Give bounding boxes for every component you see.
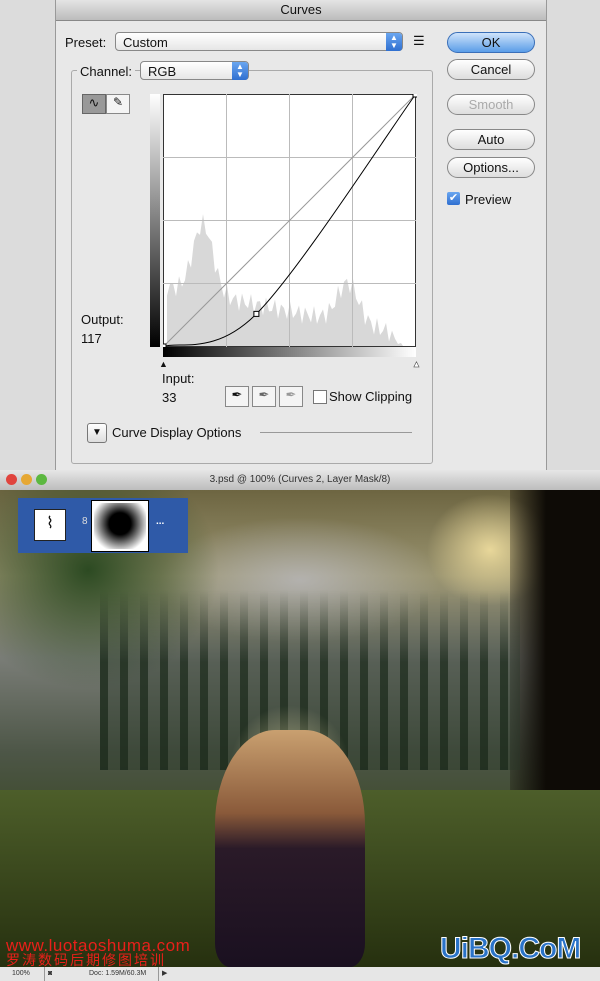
channel-label: Channel: [77, 64, 136, 79]
watermark-site: UiBQ.CoM [439, 932, 581, 966]
black-eyedropper-icon[interactable]: ✒ [225, 386, 249, 407]
preview-icon[interactable]: ◙ [44, 967, 52, 981]
curve-display-options-label: Curve Display Options [112, 425, 242, 440]
watermark-chinese: 罗涛数码后期修图培训 [6, 952, 166, 967]
gray-eyedropper-icon[interactable]: ✒ [252, 386, 276, 407]
chevron-updown-icon: ▲ ▼ [386, 33, 402, 51]
curves-group: Channel: RGB ▲ ▼ ∿ ✎ ▲ ▲ Output: 117 Input… [71, 61, 433, 464]
curves-dialog: Curves Preset: Custom ▲ ▼ ☰ Channel: RGB ▲ ▼… [55, 0, 547, 470]
zoom-button[interactable] [36, 474, 47, 485]
minimize-button[interactable] [21, 474, 32, 485]
document-title-bar: 3.psd @ 100% (Curves 2, Layer Mask/8) [0, 470, 600, 490]
show-clipping-label: Show Clipping [329, 389, 413, 404]
preset-select[interactable]: Custom ▲ ▼ [115, 32, 403, 51]
document-title: 3.psd @ 100% (Curves 2, Layer Mask/8) [209, 474, 391, 485]
zoom-level[interactable]: 100% [12, 967, 30, 981]
smooth-button[interactable]: Smooth [447, 94, 535, 115]
channel-select[interactable]: RGB ▲ ▼ [140, 61, 249, 80]
white-eyedropper-icon[interactable]: ✒ [279, 386, 303, 407]
curve-control-point[interactable] [412, 94, 417, 98]
preview-label: Preview [465, 192, 512, 207]
watermark-url: www.luotaoshuma.com [6, 936, 191, 955]
output-value: 117 [81, 331, 102, 346]
divider [260, 432, 412, 433]
white-point-slider[interactable]: ▲ [412, 359, 421, 370]
layer-mask-thumbnail[interactable] [91, 500, 149, 552]
status-bar: 100% ◙ Doc: 1.59M/60.3M ▶ [0, 967, 600, 981]
dialog-title: Curves [56, 0, 546, 21]
link-icon: 8 [82, 516, 88, 527]
canvas-image: ⌇ 8 ... www.luotaoshuma.com 罗涛数码后期修图培训 U… [0, 490, 600, 967]
preview-checkbox[interactable]: ✔ [447, 192, 460, 205]
layer-thumbnails[interactable]: ⌇ 8 ... [18, 498, 188, 553]
preset-options-icon[interactable]: ☰ [413, 33, 425, 49]
pencil-tool-icon[interactable]: ✎ [106, 94, 130, 114]
black-point-slider[interactable]: ▲ [159, 359, 168, 369]
curves-adjustment-icon: ⌇ [34, 509, 66, 541]
input-gradient [163, 347, 416, 357]
doc-size: Doc: 1.59M/60.3M [89, 970, 147, 977]
curve-control-point[interactable] [253, 310, 260, 317]
output-gradient [150, 94, 160, 347]
curve-graph[interactable] [163, 94, 417, 348]
layer-more: ... [156, 516, 165, 527]
output-label: Output: [81, 312, 124, 327]
preset-label: Preset: [65, 35, 107, 50]
disclosure-triangle-icon[interactable]: ▼ [87, 423, 107, 443]
channel-value: RGB [148, 64, 177, 79]
document-window: 3.psd @ 100% (Curves 2, Layer Mask/8) ⌇ … [0, 470, 600, 981]
ok-button[interactable]: OK [447, 32, 535, 53]
show-clipping-checkbox[interactable] [313, 390, 327, 404]
cancel-button[interactable]: Cancel [447, 59, 535, 80]
preset-value: Custom [123, 35, 168, 50]
status-menu-arrow-icon[interactable]: ▶ [158, 967, 167, 981]
options-button[interactable]: Options... [447, 157, 535, 178]
auto-button[interactable]: Auto [447, 129, 535, 150]
curve-tool-icon[interactable]: ∿ [82, 94, 106, 114]
input-value: 33 [162, 390, 177, 405]
input-label: Input: [162, 371, 195, 386]
close-button[interactable] [6, 474, 17, 485]
chevron-updown-icon: ▲ ▼ [232, 62, 248, 80]
